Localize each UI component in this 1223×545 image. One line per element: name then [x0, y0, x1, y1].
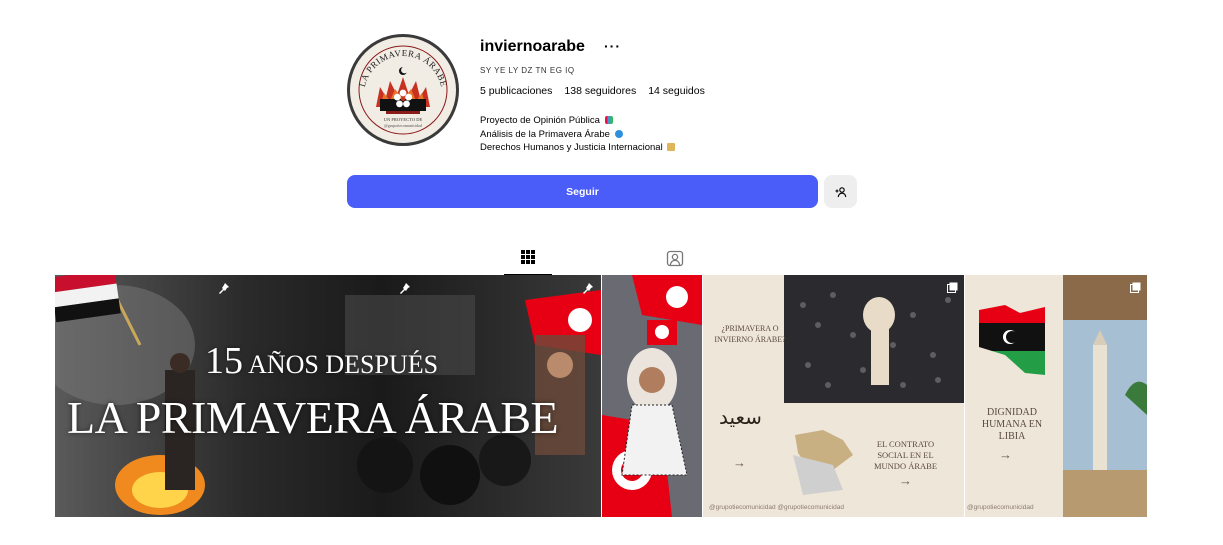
tab-posts[interactable]: [504, 246, 552, 275]
grid-icon: [521, 250, 535, 264]
post-carousel-libia[interactable]: DIGNIDAD HUMANA EN LIBIA → @grupotiecomu…: [965, 275, 1147, 517]
carousel2-title: DIGNIDAD HUMANA EN LIBIA: [981, 407, 1043, 442]
posts-grid: 15 AÑOS DESPUÉS LA PRIMAVERA ÁRABE ¿PRIM…: [55, 275, 1147, 517]
profile-country-codes: SY YE LY DZ TN EG IQ: [480, 66, 575, 75]
carousel1-footer: @grupotiecomunicidad @grupotiecomunicida…: [709, 504, 844, 511]
pin-icon: [219, 283, 229, 294]
pinned-posts-panorama[interactable]: 15 AÑOS DESPUÉS LA PRIMAVERA ÁRABE: [55, 275, 601, 517]
carousel-icon: [1130, 282, 1141, 293]
bio-line: Análisis de la Primavera Árabe: [480, 128, 675, 142]
profile-username: inviernoarabe: [480, 38, 585, 55]
pin-icon: [583, 283, 593, 294]
pin-icon: [400, 283, 410, 294]
carousel2-footer: @grupotiecomunicidad: [967, 504, 1034, 511]
scales-icon: [667, 143, 676, 151]
post-carousel-contrato-social[interactable]: ¿PRIMAVERA O INVIERNO ÁRABE? سعيد → EL C…: [703, 275, 964, 517]
avatar-small-text-2: @grupotiecomunicidad: [384, 123, 422, 128]
books-icon: [604, 116, 613, 124]
profile-stats: 5 publicaciones 138 seguidores 14 seguid…: [480, 85, 705, 97]
following-count[interactable]: 14 seguidos: [648, 85, 705, 97]
profile-avatar[interactable]: LA PRIMAVERA ÁRABE UN PROYECTO DE @grupo…: [347, 34, 459, 146]
publications-count: 5 publicaciones: [480, 85, 553, 97]
carousel1-title: EL CONTRATO SOCIAL EN EL MUNDO ÁRABE: [873, 439, 938, 471]
tagged-icon: [666, 250, 684, 267]
hero-years-number: 15: [205, 340, 243, 382]
bio-line: Derechos Humanos y Justicia Internaciona…: [480, 141, 676, 155]
follow-button[interactable]: Seguir: [347, 175, 818, 208]
hero-subtitle: 15 AÑOS DESPUÉS: [205, 339, 601, 383]
arrow-icon: →: [999, 447, 1012, 462]
tab-tagged[interactable]: [651, 246, 699, 274]
hero-title: LA PRIMAVERA ÁRABE: [67, 392, 559, 443]
globe-icon: [614, 129, 623, 138]
profile-bio: Proyecto de Opinión Pública Análisis de …: [480, 114, 676, 155]
more-options-icon[interactable]: ···: [604, 38, 621, 54]
arrow-icon: →: [899, 473, 912, 488]
add-user-icon: [835, 186, 846, 197]
arabic-calligraphy: سعيد: [719, 405, 762, 429]
avatar-small-text-1: UN PROYECTO DE: [384, 117, 423, 122]
bio-line: Proyecto de Opinión Pública: [480, 114, 675, 128]
carousel-icon: [947, 282, 958, 293]
post-tunisia-photo[interactable]: [602, 275, 702, 517]
followers-count[interactable]: 138 seguidores: [564, 85, 636, 97]
hero-years-text: AÑOS DESPUÉS: [248, 350, 439, 379]
arrow-icon: →: [733, 455, 746, 470]
carousel1-heading: ¿PRIMAVERA O INVIERNO ÁRABE?: [714, 324, 786, 344]
add-user-button[interactable]: [824, 175, 857, 208]
